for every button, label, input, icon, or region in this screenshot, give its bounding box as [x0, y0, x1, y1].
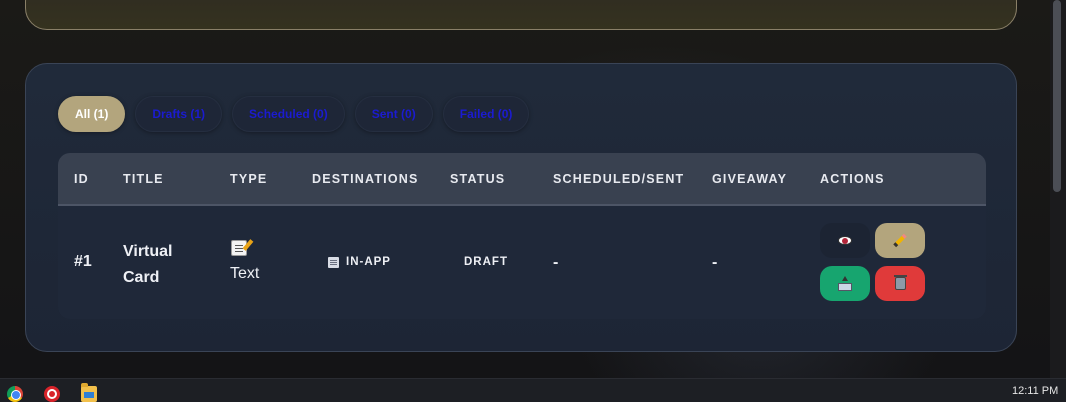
row-title: Virtual Card	[123, 243, 173, 286]
outbox-icon	[838, 275, 852, 291]
table-row: #1 Virtual Card Text IN-APP DRAFT - -	[58, 206, 986, 319]
column-title: TITLE	[123, 172, 164, 186]
trash-icon	[893, 275, 907, 290]
filter-all[interactable]: All (1)	[58, 96, 126, 132]
row-type: Text	[230, 265, 260, 282]
row-destination: IN-APP	[346, 256, 391, 268]
newspaper-icon	[328, 257, 339, 268]
eye-icon	[838, 236, 852, 245]
column-scheduled-sent: SCHEDULED/SENT	[553, 172, 685, 186]
edit-button[interactable]	[875, 223, 925, 258]
column-giveaway: GIVEAWAY	[712, 172, 788, 186]
notifications-table: ID TITLE TYPE DESTINATIONS STATUS SCHEDU…	[58, 153, 986, 319]
memo-icon	[231, 240, 247, 256]
row-id: #1	[74, 253, 92, 270]
notifications-panel: All (1) Drafts (1) Scheduled (0) Sent (0…	[25, 63, 1017, 352]
filter-sent[interactable]: Sent (0)	[354, 96, 433, 132]
filter-tabs: All (1) Drafts (1) Scheduled (0) Sent (0…	[58, 96, 530, 132]
column-id: ID	[74, 172, 89, 186]
filter-scheduled[interactable]: Scheduled (0)	[232, 96, 345, 132]
folder-icon[interactable]	[81, 383, 97, 402]
pencil-icon	[893, 233, 907, 248]
chrome-icon[interactable]	[7, 386, 23, 402]
row-giveaway: -	[712, 254, 718, 271]
column-type: TYPE	[230, 172, 268, 186]
filter-failed[interactable]: Failed (0)	[442, 96, 530, 132]
row-scheduled-sent: -	[553, 254, 559, 271]
column-status: STATUS	[450, 172, 506, 186]
status-badge: DRAFT	[464, 256, 508, 268]
filter-drafts[interactable]: Drafts (1)	[135, 96, 223, 132]
target-icon[interactable]	[44, 386, 60, 402]
taskbar: 12:11 PM	[0, 378, 1066, 402]
column-destinations: DESTINATIONS	[312, 172, 419, 186]
delete-button[interactable]	[875, 266, 925, 301]
table-header: ID TITLE TYPE DESTINATIONS STATUS SCHEDU…	[58, 153, 986, 206]
send-button[interactable]	[820, 266, 870, 301]
column-actions: ACTIONS	[820, 172, 885, 186]
taskbar-clock: 12:11 PM	[1012, 385, 1059, 397]
scrollbar-thumb[interactable]	[1053, 0, 1061, 192]
top-panel	[25, 0, 1017, 30]
view-button[interactable]	[820, 223, 870, 258]
